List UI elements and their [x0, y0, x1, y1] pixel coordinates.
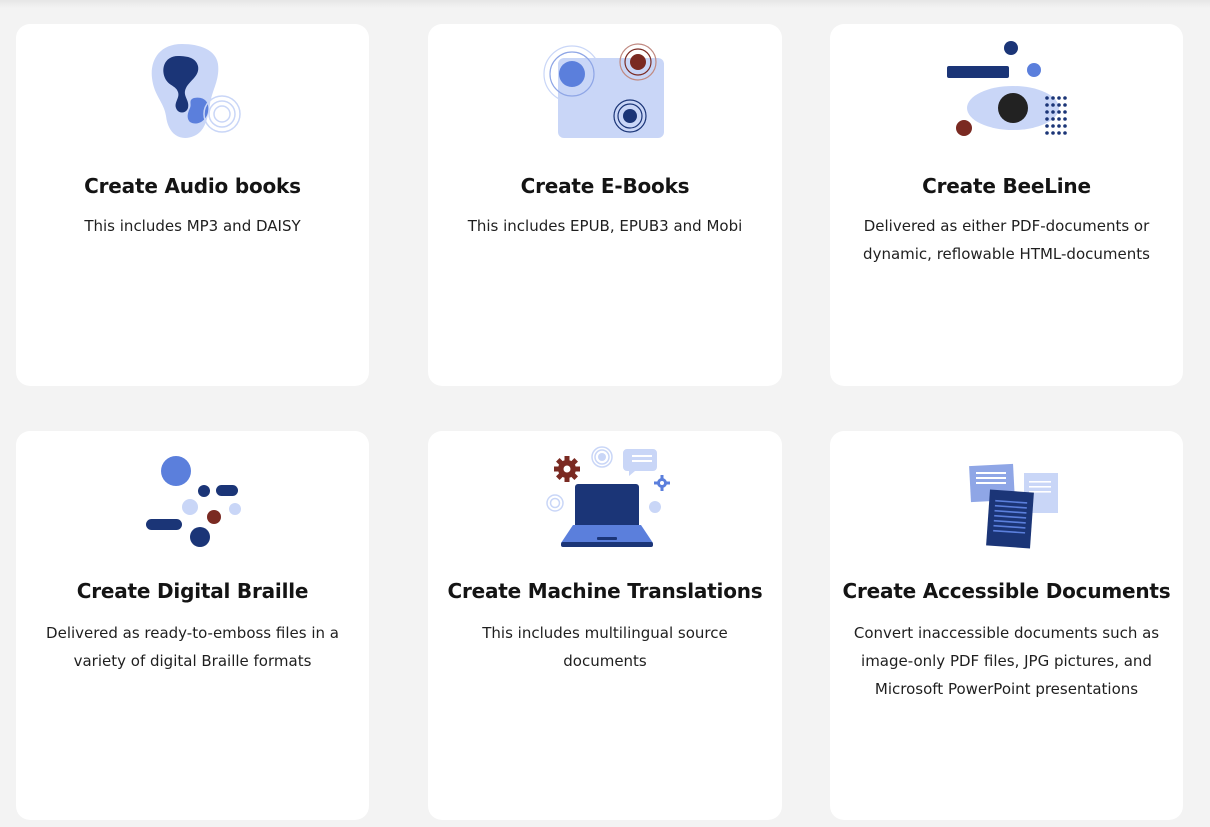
- braille-dots-icon: [16, 439, 369, 557]
- card-description: Delivered as either PDF-documents or dyn…: [863, 217, 1150, 263]
- card-title: Create E-Books: [520, 174, 690, 198]
- card-description: Convert inaccessible documents such as i…: [853, 624, 1160, 698]
- card-machine-translations[interactable]: Create Machine Translations This include…: [428, 431, 782, 820]
- card-e-books[interactable]: Create E-Books This includes EPUB, EPUB3…: [428, 24, 782, 386]
- laptop-translation-icon: [428, 439, 782, 557]
- card-description: This includes multilingual source docume…: [482, 624, 728, 670]
- ear-sound-icon: [16, 38, 369, 148]
- card-audio-books[interactable]: Create Audio books This includes MP3 and…: [16, 24, 369, 386]
- card-title: Create Digital Braille: [76, 579, 309, 603]
- services-grid: Create Audio books This includes MP3 and…: [0, 0, 1210, 827]
- card-digital-braille[interactable]: Create Digital Braille Delivered as read…: [16, 431, 369, 820]
- card-beeline[interactable]: Create BeeLine Delivered as either PDF-d…: [830, 24, 1183, 386]
- card-accessible-documents[interactable]: Create Accessible Documents Convert inac…: [830, 431, 1183, 820]
- card-title: Create Machine Translations: [447, 579, 763, 603]
- card-description: Delivered as ready-to-emboss files in a …: [46, 624, 339, 670]
- card-description: This includes MP3 and DAISY: [84, 217, 301, 235]
- card-title: Create Audio books: [84, 174, 301, 198]
- card-title: Create BeeLine: [922, 174, 1091, 198]
- card-title: Create Accessible Documents: [842, 579, 1171, 603]
- card-description: This includes EPUB, EPUB3 and Mobi: [467, 217, 743, 235]
- ebook-circles-icon: [428, 38, 782, 148]
- documents-stack-icon: [830, 439, 1183, 557]
- beeline-eye-icon: [830, 38, 1183, 148]
